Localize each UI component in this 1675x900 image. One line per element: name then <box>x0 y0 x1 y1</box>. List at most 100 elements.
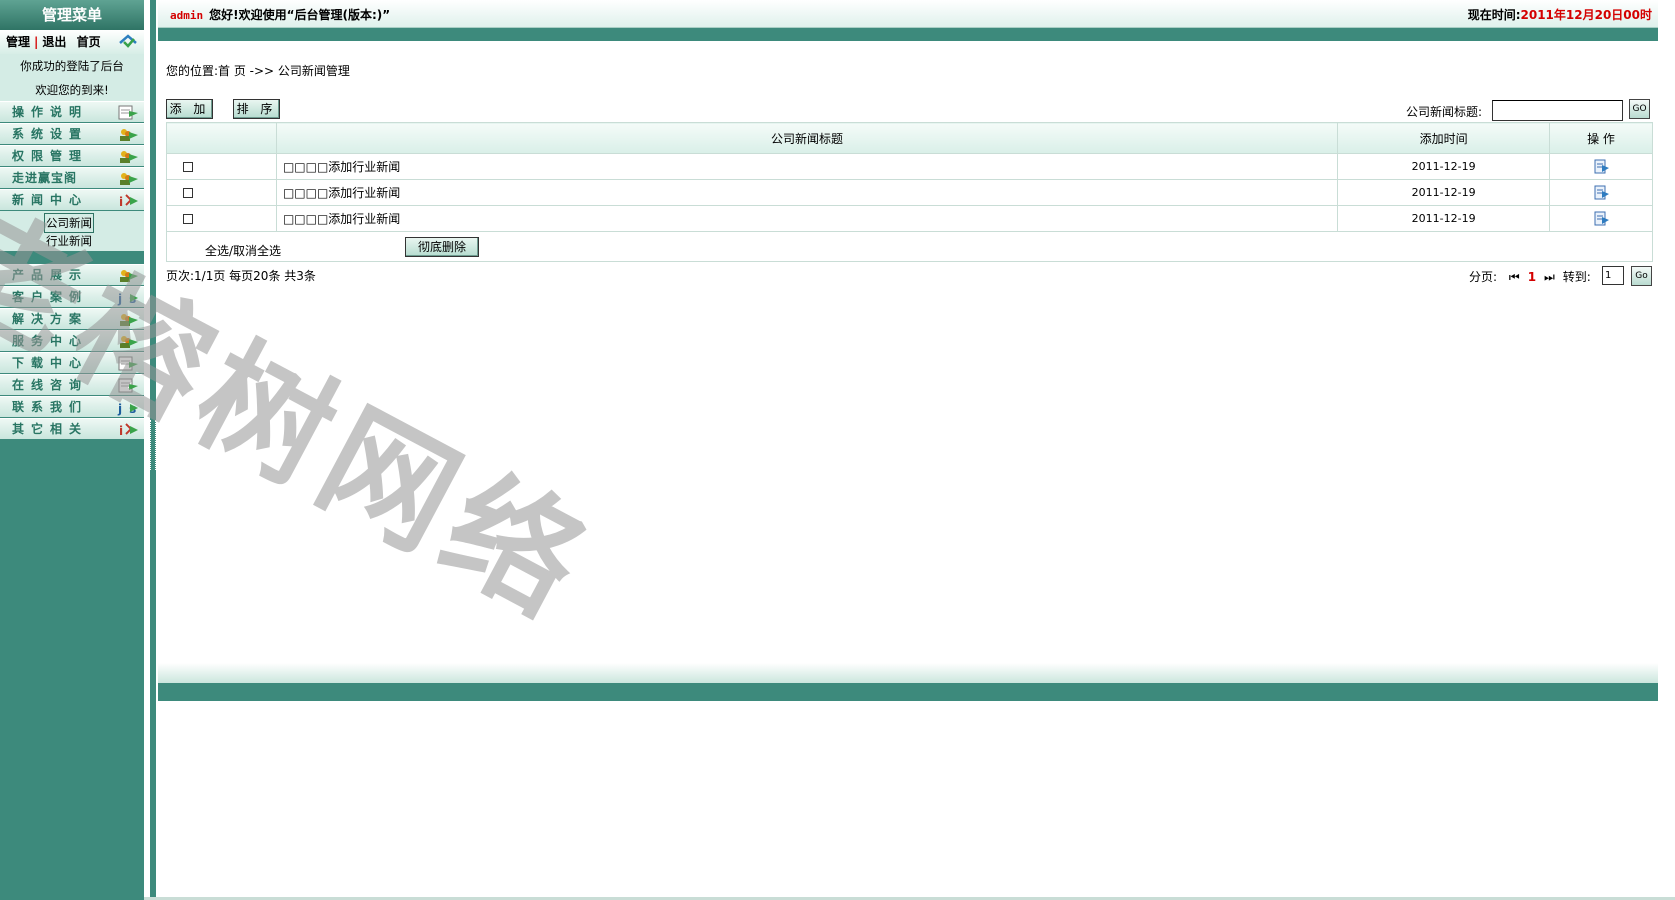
sidebar-menu-item[interactable]: 其它相关 i <box>0 418 144 439</box>
row-checkbox[interactable] <box>183 214 193 224</box>
sidebar-menu-item[interactable]: 操作说明 <box>0 101 144 122</box>
sidebar-menu-label: 产品展示 <box>12 268 89 282</box>
last-page-icon[interactable]: ⏭ <box>1544 270 1555 284</box>
notepad-icon <box>118 378 138 393</box>
search-input[interactable] <box>1492 100 1623 121</box>
welcome-box: 你成功的登陆了后台 欢迎您的到来! <box>0 54 144 102</box>
sidebar-menu-label: 新闻中心 <box>12 193 89 207</box>
search-label: 公司新闻标题: <box>1406 105 1483 119</box>
sidebar-menu-item[interactable]: 服务中心 <box>0 330 144 351</box>
header-select <box>166 122 277 154</box>
header-date: 添加时间 <box>1337 122 1551 154</box>
sidebar-menu-item[interactable]: 联系我们 js <box>0 396 144 417</box>
menu-bottom: 产品展示客户案例 js 解决方案服务中心下载中心在线咨询联系我们 js 其它相关 i <box>0 264 144 440</box>
page-input[interactable]: 1 <box>1602 266 1624 285</box>
logout-link[interactable]: 退出 <box>42 35 66 49</box>
table-header-row: 公司新闻标题 添加时间 操 作 <box>166 122 1653 154</box>
welcome-line-2: 欢迎您的到来! <box>35 83 109 97</box>
header-title: 公司新闻标题 <box>275 122 1339 154</box>
js-icon: js <box>117 292 138 306</box>
table-row: □□□□添加行业新闻 2011-12-19 <box>166 205 1653 232</box>
sidebar-menu-label: 解决方案 <box>12 312 89 326</box>
sidebar: 管理菜单 管理 | 退出 首页 你成功的登陆了后台 欢迎您的到来! 操作说明 系统设置… <box>0 0 144 900</box>
page-go-button[interactable]: Go <box>1631 266 1652 286</box>
sidebar-menu-item[interactable]: 权限管理 <box>0 145 144 166</box>
news-table: 公司新闻标题 添加时间 操 作 □□□□添加行业新闻 2011-12-19 □□□□… <box>166 122 1653 232</box>
news-date: 2011-12-19 <box>1337 205 1551 232</box>
username: admin <box>170 9 204 22</box>
sidebar-menu-label: 客户案例 <box>12 290 89 304</box>
sidebar-menu-item[interactable]: 系统设置 <box>0 123 144 144</box>
js-icon: js <box>117 402 138 416</box>
sidebar-menu-item[interactable]: 客户案例 js <box>0 286 144 307</box>
first-page-icon[interactable]: ⏮ <box>1509 270 1520 284</box>
users-icon <box>120 314 138 326</box>
menu-top: 操作说明系统设置权限管理走进赢宝阁新闻中心 i <box>0 101 144 211</box>
sidebar-menu-label: 权限管理 <box>12 149 89 163</box>
users-icon <box>120 129 138 141</box>
sidebar-menu-label: 联系我们 <box>12 400 89 414</box>
row-select-cell <box>166 205 277 232</box>
sidebar-menu-item[interactable]: 解决方案 <box>0 308 144 329</box>
submenu: 公司新闻 行业新闻 <box>0 211 144 251</box>
news-date: 2011-12-19 <box>1337 153 1551 180</box>
edit-icon[interactable] <box>1593 158 1610 175</box>
pager-summary: 页次:1/1页 每页20条 共3条 <box>166 269 316 283</box>
news-title[interactable]: □□□□添加行业新闻 <box>275 153 1339 180</box>
sidebar-menu-item[interactable]: 走进赢宝阁 <box>0 167 144 188</box>
delete-button[interactable]: 彻底删除 <box>405 237 479 257</box>
users-icon <box>120 270 138 282</box>
news-date: 2011-12-19 <box>1337 179 1551 206</box>
frame-splitter[interactable] <box>144 0 158 900</box>
current-page[interactable]: 1 <box>1528 270 1536 284</box>
users-icon <box>120 151 138 163</box>
search-go-button[interactable]: GO <box>1629 99 1650 119</box>
submenu-company-news[interactable]: 公司新闻 <box>44 213 94 233</box>
sort-button[interactable]: 排 序 <box>233 99 280 119</box>
users-icon <box>120 336 138 348</box>
sidebar-menu-label: 下载中心 <box>12 356 89 370</box>
sidebar-links: 管理 | 退出 首页 <box>0 30 144 54</box>
table-row: □□□□添加行业新闻 2011-12-19 <box>166 153 1653 180</box>
info-icon: i <box>119 194 138 209</box>
bottom-strip <box>158 683 1658 701</box>
news-title[interactable]: □□□□添加行业新闻 <box>275 179 1339 206</box>
greeting-text: 您好!欢迎使用“后台管理(版本:)” <box>209 8 391 22</box>
sidebar-menu-label: 系统设置 <box>12 127 89 141</box>
edit-icon[interactable] <box>1593 184 1610 201</box>
select-all-toggle[interactable]: 全选/取消全选 <box>205 242 281 259</box>
select-row: 全选/取消全选 彻底删除 <box>166 232 1653 262</box>
top-bar: admin 您好!欢迎使用“后台管理(版本:)” 现在时间:2011年12月20日… <box>158 0 1658 28</box>
pager: 分页: ⏮ 1 ⏭ 转到: <box>1469 268 1591 285</box>
notepad-icon <box>118 356 138 371</box>
edit-icon[interactable] <box>1593 210 1610 227</box>
table-body: □□□□添加行业新闻 2011-12-19 □□□□添加行业新闻 2011-12-19… <box>166 153 1653 232</box>
sidebar-menu-label: 其它相关 <box>12 422 89 436</box>
row-actions <box>1549 205 1653 232</box>
row-select-cell <box>166 153 277 180</box>
home-link[interactable]: 首页 <box>77 35 101 49</box>
current-time: 现在时间:2011年12月20日00时 <box>1468 6 1652 23</box>
home-icon[interactable] <box>118 33 138 51</box>
row-checkbox[interactable] <box>183 162 193 172</box>
bottom-gradient <box>158 663 1658 683</box>
sidebar-menu-label: 服务中心 <box>12 334 89 348</box>
table-row: □□□□添加行业新闻 2011-12-19 <box>166 179 1653 206</box>
link-separator: | <box>34 35 39 49</box>
sidebar-menu-item[interactable]: 产品展示 <box>0 264 144 285</box>
news-title[interactable]: □□□□添加行业新闻 <box>275 205 1339 232</box>
sidebar-menu-item[interactable]: 下载中心 <box>0 352 144 373</box>
splitter-grip[interactable] <box>150 420 156 470</box>
manage-link[interactable]: 管理 <box>6 35 30 49</box>
top-strip <box>158 28 1658 41</box>
sidebar-menu-label: 在线咨询 <box>12 378 89 392</box>
time-label: 现在时间: <box>1467 8 1521 22</box>
time-value: 2011年12月20日00时 <box>1520 8 1653 22</box>
sidebar-menu-item[interactable]: 在线咨询 <box>0 374 144 395</box>
right-edge <box>1658 0 1675 900</box>
sidebar-menu-item[interactable]: 新闻中心 i <box>0 189 144 210</box>
submenu-industry-news[interactable]: 行业新闻 <box>46 232 92 250</box>
row-checkbox[interactable] <box>183 188 193 198</box>
add-button[interactable]: 添 加 <box>166 99 213 119</box>
goto-label: 转到: <box>1562 270 1591 284</box>
